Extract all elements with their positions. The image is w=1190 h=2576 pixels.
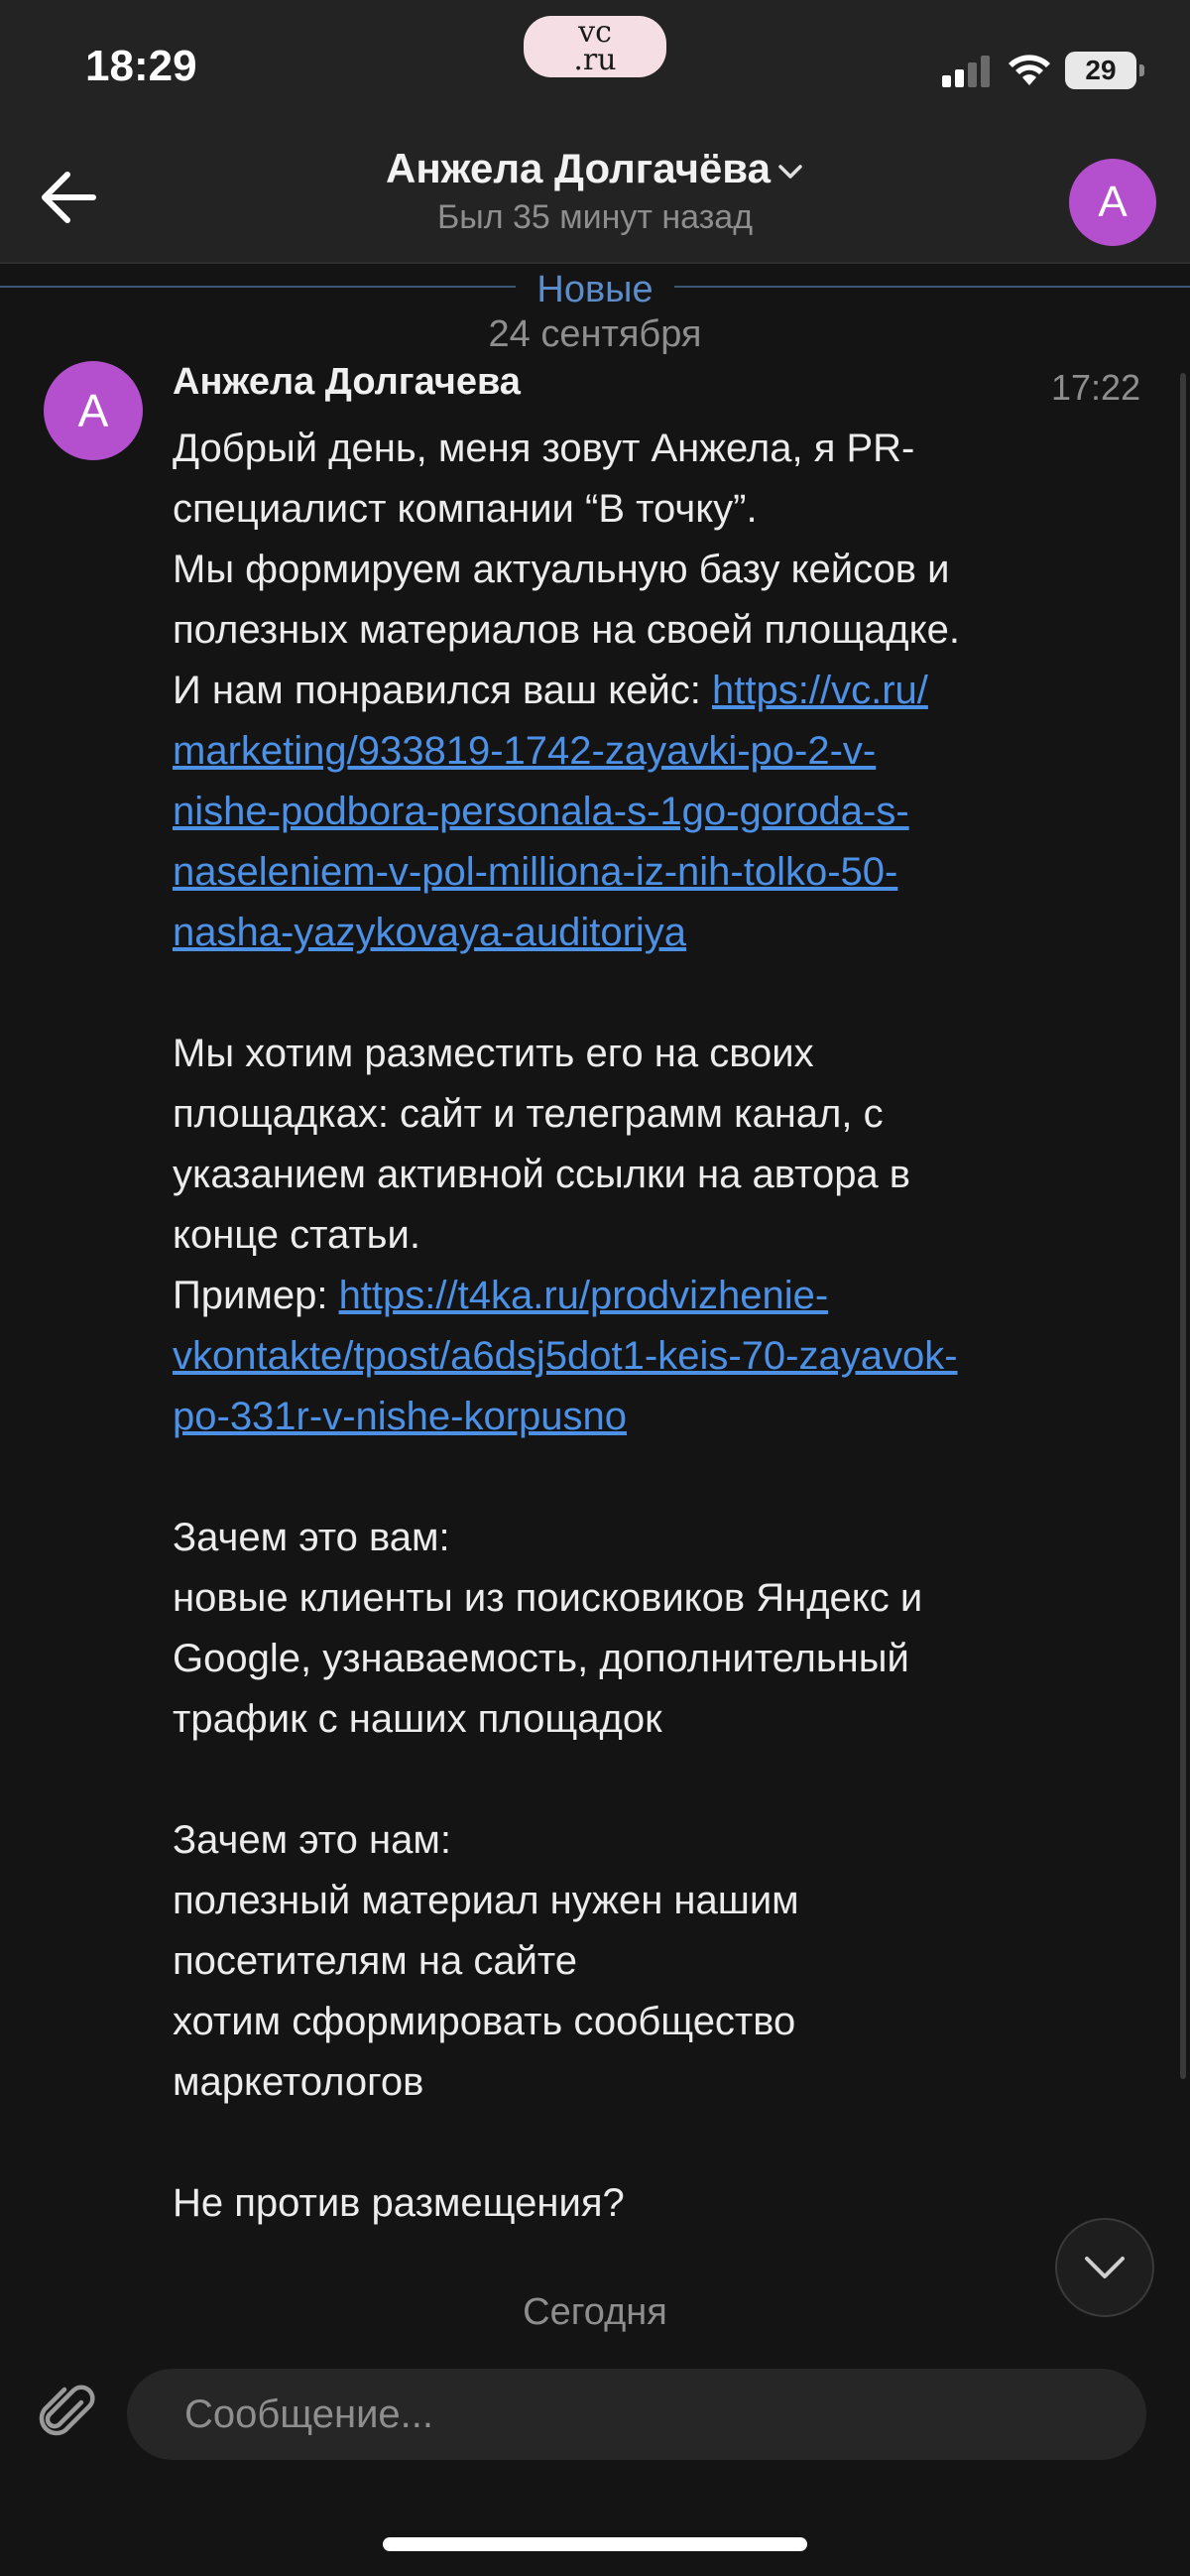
header-avatar[interactable]: А	[1069, 159, 1156, 246]
battery-level: 29	[1085, 55, 1117, 85]
new-messages-label: Новые	[516, 266, 674, 304]
message-paragraph-intro: Добрый день, меня зовут Анжела, я PR- сп…	[173, 419, 1144, 963]
cellular-signal-icon	[942, 56, 990, 87]
message-input[interactable]	[127, 2369, 1146, 2460]
home-indicator[interactable]	[383, 2537, 807, 2551]
chevron-down-icon	[778, 165, 802, 179]
vc-logo-line2: .ru	[573, 43, 617, 77]
status-bar: 18:29 vc .ru 29	[0, 0, 1190, 139]
message-avatar-letter: А	[77, 385, 109, 436]
contact-name: Анжела Долгачёва	[386, 145, 771, 191]
vc-logo: vc .ru	[524, 16, 666, 77]
chat-header: Анжела Долгачёва Был 35 минут назад А	[0, 139, 1190, 264]
wifi-icon	[1009, 55, 1050, 85]
chevron-down-icon	[1085, 2257, 1125, 2278]
message-paragraph-question: Не против размещения?	[173, 2181, 625, 2225]
contact-name-button[interactable]: Анжела Долгачёва	[0, 145, 1190, 192]
chat-scrollbar[interactable]	[1180, 373, 1186, 2079]
status-time: 18:29	[85, 42, 197, 90]
message-paragraph-placement: Мы хотим разместить его на своих площадк…	[173, 1024, 1144, 1447]
last-seen-status: Был 35 минут назад	[436, 198, 754, 236]
paperclip-icon[interactable]	[36, 2381, 101, 2446]
message-author[interactable]: Анжела Долгачева	[173, 361, 521, 404]
message-paragraph-for-you: Зачем это вам: новые клиенты из поискови…	[173, 1516, 923, 1741]
battery-icon: 29	[1065, 52, 1144, 89]
date-separator: 24 сентября	[488, 313, 702, 355]
today-separator: Сегодня	[523, 2291, 667, 2333]
message-time: 17:22	[1051, 367, 1141, 408]
message-avatar[interactable]: А	[44, 361, 143, 460]
header-avatar-letter: А	[1098, 178, 1128, 226]
message-paragraph-for-us: Зачем это нам: полезный материал нужен н…	[173, 1818, 799, 2104]
message-text: Добрый день, меня зовут Анжела, я PR- сп…	[173, 419, 1144, 2234]
